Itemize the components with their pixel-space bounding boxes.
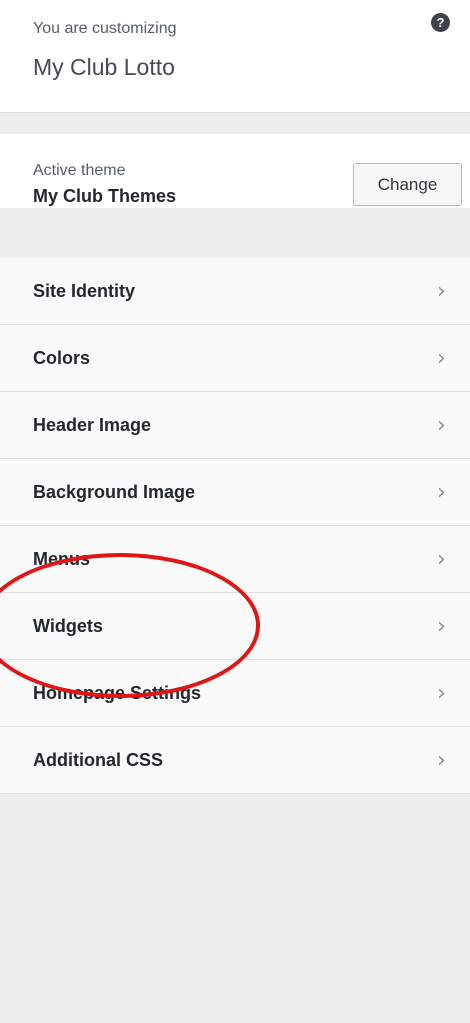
chevron-right-icon: › <box>437 279 446 304</box>
menu-item-label: Site Identity <box>33 281 136 301</box>
chevron-right-icon: › <box>437 547 446 572</box>
question-circle-icon[interactable]: ? <box>431 13 450 32</box>
change-theme-button[interactable]: Change <box>353 163 462 206</box>
customizing-subtitle: You are customizing <box>33 20 177 37</box>
chevron-right-icon: › <box>437 346 446 371</box>
chevron-right-icon: › <box>437 748 446 773</box>
site-title: My Club Lotto <box>33 54 175 80</box>
menu-item-site-identity[interactable]: Site Identity › <box>0 258 470 325</box>
menu-item-label: Background Image <box>33 482 196 502</box>
menu-item-label: Additional CSS <box>33 750 163 770</box>
active-theme-label: Active theme <box>33 162 126 179</box>
menu-item-label: Homepage Settings <box>33 683 202 703</box>
menu-item-label: Menus <box>33 549 91 569</box>
menu-item-header-image[interactable]: Header Image › <box>0 392 470 459</box>
chevron-right-icon: › <box>437 413 446 438</box>
chevron-right-icon: › <box>437 480 446 505</box>
customizer-header: You are customizing My Club Lotto ? <box>0 0 470 112</box>
menu-item-label: Colors <box>33 348 91 368</box>
menu-item-additional-css[interactable]: Additional CSS › <box>0 727 470 794</box>
menu-item-homepage-settings[interactable]: Homepage Settings › <box>0 660 470 727</box>
chevron-right-icon: › <box>437 681 446 706</box>
active-theme-name: My Club Themes <box>33 186 177 206</box>
menu-item-background-image[interactable]: Background Image › <box>0 459 470 526</box>
menu-item-menus[interactable]: Menus › <box>0 526 470 593</box>
customizer-menu: Site Identity › Colors › Header Image › … <box>0 258 470 794</box>
menu-item-colors[interactable]: Colors › <box>0 325 470 392</box>
menu-item-widgets[interactable]: Widgets › <box>0 593 470 660</box>
section-divider <box>0 112 470 134</box>
section-divider <box>0 208 470 258</box>
chevron-right-icon: › <box>437 614 446 639</box>
menu-item-label: Widgets <box>33 616 103 636</box>
menu-item-label: Header Image <box>33 415 152 435</box>
active-theme-panel: Active theme My Club Themes Change <box>0 134 470 208</box>
